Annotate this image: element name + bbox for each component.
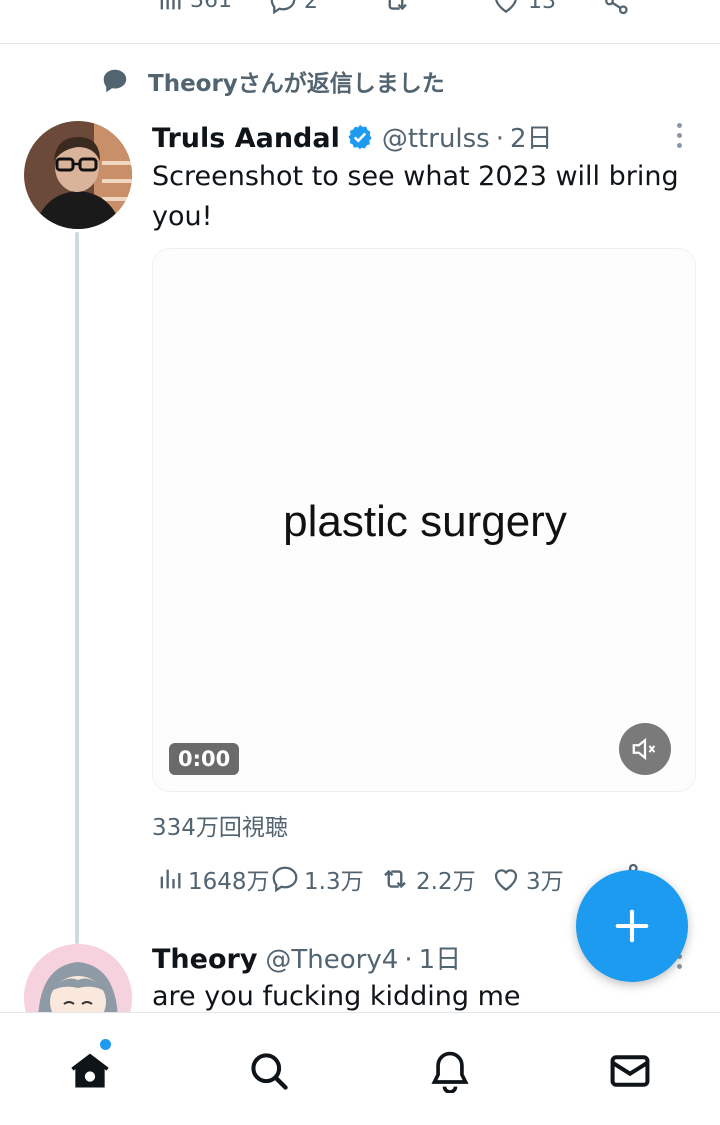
verified-badge-icon xyxy=(348,124,372,149)
previous-share-button[interactable] xyxy=(602,0,632,16)
previous-views-button[interactable]: 361 xyxy=(156,0,232,14)
social-context: Theoryさんが返信しました xyxy=(100,64,445,98)
tweet-divider xyxy=(0,43,720,44)
reply-icon xyxy=(270,0,296,15)
retweet-icon xyxy=(388,0,407,11)
video-caption: plastic surgery xyxy=(283,497,567,546)
previous-reply-button[interactable]: 2 xyxy=(268,0,318,16)
mute-button[interactable] xyxy=(619,723,671,775)
nav-home[interactable] xyxy=(66,1047,114,1095)
analytics-icon xyxy=(160,0,181,10)
views-count: 1648万 xyxy=(188,869,270,895)
avatar-image xyxy=(24,121,132,229)
reply-author-name[interactable]: Theory xyxy=(152,944,257,975)
nav-messages[interactable] xyxy=(606,1047,654,1095)
retweet-icon xyxy=(384,869,406,889)
nav-search[interactable] xyxy=(245,1047,293,1095)
separator-dot: · xyxy=(495,124,504,154)
bottom-navigation xyxy=(0,1012,720,1125)
author-avatar[interactable] xyxy=(24,121,132,229)
retweet-count: 2.2万 xyxy=(416,869,476,895)
like-icon xyxy=(494,869,518,891)
reply-text: are you fucking kidding me xyxy=(152,981,521,1012)
muted-speaker-icon xyxy=(632,737,656,761)
more-options-icon[interactable] xyxy=(677,123,682,148)
previous-retweet-button[interactable] xyxy=(380,0,412,16)
plus-icon xyxy=(615,909,649,943)
speech-bubble-icon xyxy=(103,69,127,93)
reply-count: 1.3万 xyxy=(304,869,364,895)
previous-views-count: 361 xyxy=(190,0,232,13)
like-button[interactable]: 3万 xyxy=(490,862,564,896)
tweet-text: Screenshot to see what 2023 will bring y… xyxy=(152,161,679,232)
author-name[interactable]: Truls Aandal xyxy=(152,123,340,154)
share-icon xyxy=(605,0,628,15)
tweet-header: Truls Aandal @ttrulss · 2日 xyxy=(152,118,553,155)
reply-icon xyxy=(272,866,298,893)
thread-line xyxy=(75,232,79,944)
retweet-button[interactable]: 2.2万 xyxy=(378,862,476,896)
mail-icon xyxy=(610,1055,650,1087)
home-icon xyxy=(71,1053,109,1088)
nav-notifications[interactable] xyxy=(426,1047,474,1095)
previous-like-button[interactable]: 13 xyxy=(490,0,556,16)
view-count-text: 334万回視聴 xyxy=(152,815,288,841)
new-content-dot xyxy=(100,1039,111,1050)
compose-tweet-button[interactable] xyxy=(576,870,688,982)
like-count: 3万 xyxy=(526,869,564,895)
author-handle[interactable]: @ttrulss xyxy=(382,124,490,154)
views-button[interactable]: 1648万 xyxy=(156,862,270,896)
reply-button[interactable]: 1.3万 xyxy=(270,862,364,896)
reply-header: Theory @Theory4 · 1日 xyxy=(152,939,461,976)
previous-reply-count: 2 xyxy=(304,0,318,14)
reply-author-handle[interactable]: @Theory4 xyxy=(265,945,398,975)
bell-icon xyxy=(431,1051,469,1093)
social-context-text: Theoryさんが返信しました xyxy=(148,71,445,97)
reply-separator-dot: · xyxy=(404,945,413,975)
video-timer: 0:00 xyxy=(169,743,240,775)
previous-tweet-actions: 361 2 13 xyxy=(152,0,652,26)
tweet-video[interactable]: plastic surgery 0:00 xyxy=(152,248,696,792)
search-icon xyxy=(251,1053,288,1090)
reply-time[interactable]: 1日 xyxy=(419,939,462,976)
like-icon xyxy=(495,0,517,13)
analytics-icon xyxy=(160,869,181,889)
tweet-time[interactable]: 2日 xyxy=(510,118,553,155)
previous-like-count: 13 xyxy=(528,0,556,14)
